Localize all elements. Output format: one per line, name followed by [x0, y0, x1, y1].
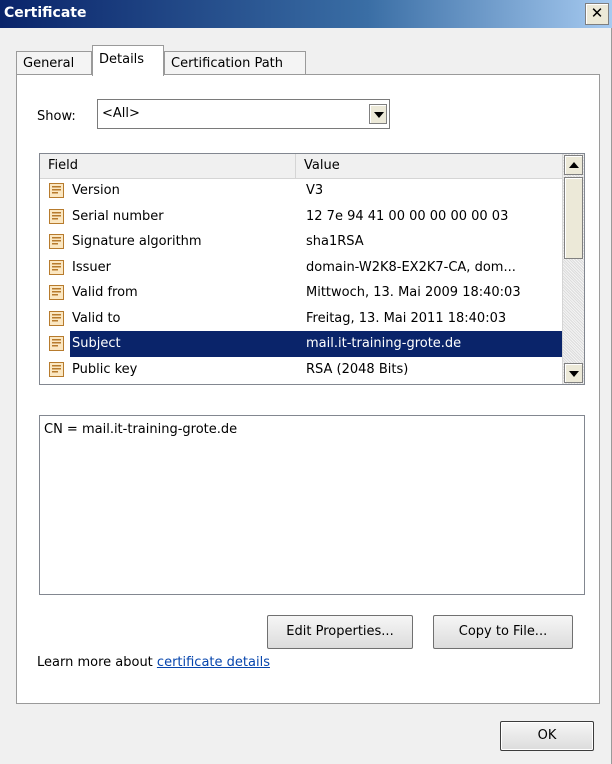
show-dropdown[interactable]: <All>	[97, 99, 390, 129]
field-value: 12 7e 94 41 00 00 00 00 00 03	[306, 208, 509, 224]
scroll-down-arrow-icon[interactable]	[564, 363, 583, 383]
certificate-details-link[interactable]: certificate details	[157, 655, 270, 670]
chevron-down-icon[interactable]	[369, 104, 387, 124]
copy-to-file-button[interactable]: Copy to File...	[433, 615, 573, 649]
certificate-field-icon	[49, 259, 64, 275]
field-name: Public key	[72, 361, 138, 377]
show-dropdown-value: <All>	[102, 106, 140, 121]
field-name: Version	[72, 183, 120, 198]
show-label: Show:	[37, 109, 76, 124]
certificate-field-icon	[49, 285, 64, 300]
scroll-thumb[interactable]	[564, 177, 583, 259]
list-row[interactable]: Issuer domain-W2K8-EX2K7-CA, dom...	[40, 255, 562, 281]
field-name: Issuer	[72, 259, 111, 275]
certificate-field-icon	[49, 361, 64, 377]
certificate-field-icon	[49, 234, 64, 249]
field-name: Valid to	[72, 310, 121, 326]
list-row[interactable]: Subject mail.it-training-grote.de	[40, 331, 562, 357]
list-scrollbar[interactable]	[562, 154, 584, 384]
learn-more-text: Learn more about certificate details	[37, 655, 270, 670]
details-panel: Show: <All> Field Value Version V3 Serial …	[16, 74, 600, 704]
certificate-field-icon	[49, 208, 64, 224]
field-value: Freitag, 13. Mai 2011 18:40:03	[306, 310, 507, 326]
field-value: domain-W2K8-EX2K7-CA, dom...	[306, 259, 516, 275]
fields-list[interactable]: Field Value Version V3 Serial number 12 7e …	[39, 153, 585, 385]
tab-certification-path[interactable]: Certification Path	[164, 51, 306, 75]
list-row[interactable]: Serial number 12 7e 94 41 00 00 00 00 00 …	[40, 204, 562, 230]
certificate-dialog: Certificate ✕ General Details Certificat…	[0, 0, 612, 764]
close-icon: ✕	[590, 4, 604, 22]
detail-text: CN = mail.it-training-grote.de	[44, 422, 238, 437]
list-row[interactable]: Valid from Mittwoch, 13. Mai 2009 18:40:0…	[40, 280, 562, 306]
list-rows: Version V3 Serial number 12 7e 94 41 00 00 …	[40, 178, 562, 382]
field-value: V3	[306, 183, 324, 198]
scroll-up-arrow-icon[interactable]	[564, 155, 583, 175]
list-header: Field Value	[40, 154, 562, 179]
field-value: RSA (2048 Bits)	[306, 361, 409, 377]
learn-more-prefix: Learn more about	[37, 655, 157, 670]
list-row[interactable]: Valid to Freitag, 13. Mai 2011 18:40:03	[40, 306, 562, 332]
tab-general[interactable]: General	[16, 51, 92, 75]
field-value: Mittwoch, 13. Mai 2009 18:40:03	[306, 285, 521, 300]
field-name: Serial number	[72, 208, 164, 224]
window-title: Certificate	[4, 5, 87, 21]
ok-button[interactable]: OK	[500, 721, 594, 751]
list-row[interactable]: Signature algorithm sha1RSA	[40, 229, 562, 255]
detail-textbox[interactable]: CN = mail.it-training-grote.de	[39, 415, 585, 595]
column-header-value[interactable]: Value	[296, 154, 562, 178]
field-name: Subject	[72, 331, 121, 357]
certificate-field-icon	[49, 183, 64, 198]
list-row[interactable]: Public key RSA (2048 Bits)	[40, 357, 562, 383]
title-bar[interactable]: Certificate ✕	[0, 0, 612, 28]
field-name: Signature algorithm	[72, 234, 202, 249]
field-name: Valid from	[72, 285, 138, 300]
edit-properties-button[interactable]: Edit Properties...	[267, 615, 413, 649]
column-header-field[interactable]: Field	[40, 154, 296, 178]
close-button[interactable]: ✕	[585, 3, 609, 25]
field-value: sha1RSA	[306, 234, 364, 249]
tab-details[interactable]: Details	[92, 45, 164, 76]
field-value: mail.it-training-grote.de	[306, 331, 560, 357]
certificate-field-icon	[49, 310, 64, 326]
list-row[interactable]: Version V3	[40, 178, 562, 204]
certificate-field-icon	[49, 336, 64, 351]
